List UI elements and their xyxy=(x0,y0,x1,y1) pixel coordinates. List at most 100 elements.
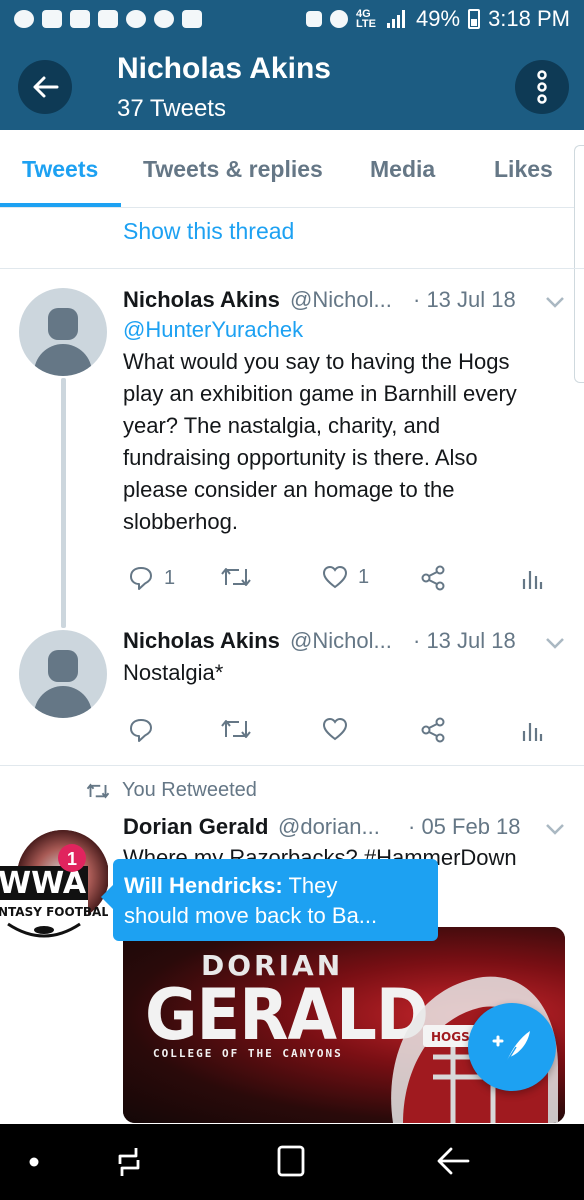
app-header: Nicholas Akins 37 Tweets xyxy=(0,38,584,130)
back-nav-icon[interactable] xyxy=(436,1146,470,1176)
analytics-button[interactable] xyxy=(521,565,543,591)
tooltip-text: They xyxy=(288,873,338,898)
tweet-author-name[interactable]: Nicholas Akins xyxy=(123,287,280,313)
tab-tweets[interactable]: Tweets xyxy=(22,156,98,183)
analytics-icon xyxy=(522,571,543,589)
thread-connector-line xyxy=(61,378,66,628)
recycle-icon xyxy=(306,11,323,27)
reply-count: 1 xyxy=(164,566,176,589)
tweet-author-name[interactable]: Nicholas Akins xyxy=(123,628,280,654)
tweet-author-handle: @Nichol... xyxy=(290,287,392,312)
back-button[interactable] xyxy=(18,60,72,114)
tooltip-author: Will Hendricks: xyxy=(124,873,283,898)
alarm-icon xyxy=(330,10,349,28)
system-navigation-bar xyxy=(0,1124,584,1200)
show-thread-link[interactable]: Show this thread xyxy=(123,218,294,245)
message-icon xyxy=(42,10,62,28)
notification-tooltip[interactable]: Will Hendricks: They should move back to… xyxy=(101,859,438,941)
tweet-line: What would you say to having the Hogs xyxy=(123,349,510,374)
tweet-line: please consider an homage to the xyxy=(123,477,455,502)
more-vertical-icon xyxy=(537,70,547,104)
tab-media[interactable]: Media xyxy=(370,156,435,183)
retweeted-label: You Retweeted xyxy=(122,779,257,801)
status-bar: 4G LTE 49% 3:18 PM xyxy=(0,0,584,38)
bowl-icon xyxy=(126,10,146,28)
retweet-icon xyxy=(221,720,251,738)
reply-button[interactable]: 1 xyxy=(128,565,175,591)
tweet-date: · 13 Jul 18 xyxy=(413,287,516,312)
tweet-line: slobberhog. xyxy=(123,509,238,534)
retweet-button[interactable] xyxy=(220,565,252,589)
avatar-body xyxy=(34,344,92,376)
avatar[interactable] xyxy=(19,630,107,718)
tweet-author-name[interactable]: Dorian Gerald xyxy=(123,814,268,840)
tweet-line: fundraising opportunity is there. Also xyxy=(123,445,478,470)
tweet-date: · 13 Jul 18 xyxy=(413,628,516,653)
notification-icons xyxy=(14,10,202,28)
avatar-body xyxy=(34,686,92,718)
avatar[interactable] xyxy=(19,288,107,376)
avatar-head xyxy=(48,308,78,340)
tab-likes[interactable]: Likes xyxy=(494,156,553,183)
tweet-count: 37 Tweets xyxy=(117,95,226,122)
fantasy-football-avatar[interactable]: WWA NTASY FOOTBALL 1 xyxy=(0,818,108,948)
network-type: 4G LTE xyxy=(356,8,376,30)
tweet-author-handle: @dorian... xyxy=(278,814,380,839)
retweet-icon xyxy=(221,568,251,586)
reply-icon xyxy=(130,567,152,590)
active-tab-indicator xyxy=(0,203,121,207)
overflow-menu-button[interactable] xyxy=(515,60,569,114)
divider xyxy=(0,765,584,766)
recent-apps-icon[interactable] xyxy=(114,1144,144,1180)
share-icon xyxy=(421,717,445,743)
chevron-down-icon[interactable] xyxy=(545,636,565,650)
clock: 3:18 PM xyxy=(488,6,570,31)
back-arrow-icon xyxy=(33,76,59,98)
analytics-button[interactable] xyxy=(521,717,543,743)
linkedin-icon xyxy=(70,10,90,28)
tweet-date: · 05 Feb 18 xyxy=(408,814,521,839)
chevron-down-icon[interactable] xyxy=(545,822,565,836)
battery-percent: 49% xyxy=(416,6,461,31)
share-icon xyxy=(421,565,445,591)
compose-tweet-button[interactable] xyxy=(468,1003,556,1091)
signal-icon xyxy=(387,10,406,28)
tweet-text: @HunterYurachek What would you say to ha… xyxy=(123,314,563,538)
chevron-down-icon[interactable] xyxy=(545,295,565,309)
share-button[interactable] xyxy=(420,565,446,591)
tweet-mention[interactable]: @HunterYurachek xyxy=(123,314,563,346)
retweet-small-icon xyxy=(86,782,110,799)
divider xyxy=(0,268,584,269)
tab-tweets-and-replies[interactable]: Tweets & replies xyxy=(143,156,323,183)
dot-icon[interactable] xyxy=(28,1156,40,1168)
share-button[interactable] xyxy=(420,717,446,743)
avatar-head xyxy=(48,650,78,682)
analytics-icon xyxy=(522,723,543,741)
profile-name: Nicholas Akins xyxy=(117,52,331,85)
hand-icon xyxy=(98,10,118,28)
retweet-button[interactable] xyxy=(220,717,252,741)
reply-icon xyxy=(130,719,152,742)
like-button[interactable] xyxy=(322,717,348,741)
reply-button[interactable] xyxy=(128,717,154,743)
scrollbar[interactable] xyxy=(574,145,584,383)
battery-icon xyxy=(468,9,481,29)
heart-icon xyxy=(322,565,348,589)
bowl-icon-2 xyxy=(154,10,174,28)
like-count: 1 xyxy=(358,565,370,588)
home-button-icon[interactable] xyxy=(276,1144,306,1178)
badge-count: 1 xyxy=(67,849,77,869)
like-button[interactable]: 1 xyxy=(322,565,369,589)
pulse-icon xyxy=(182,10,202,28)
tweet-author-handle: @Nichol... xyxy=(290,628,392,653)
media-text-college: COLLEGE OF THE CANYONS xyxy=(153,1047,343,1060)
tweet-line: play an exhibition game in Barnhill ever… xyxy=(123,381,517,406)
retweeted-indicator: You Retweeted xyxy=(86,779,257,802)
compose-feather-icon xyxy=(492,1031,530,1064)
tooltip-text-2: should move back to Ba... xyxy=(124,903,378,928)
messenger-icon xyxy=(14,10,34,28)
status-right: 4G LTE 49% 3:18 PM xyxy=(306,6,570,32)
profile-tabs: Tweets Tweets & replies Media Likes xyxy=(0,130,584,208)
avatar-logo-subtext: NTASY FOOTBALL xyxy=(0,905,108,919)
tweet-line: year? The nastalgia, charity, and xyxy=(123,413,441,438)
